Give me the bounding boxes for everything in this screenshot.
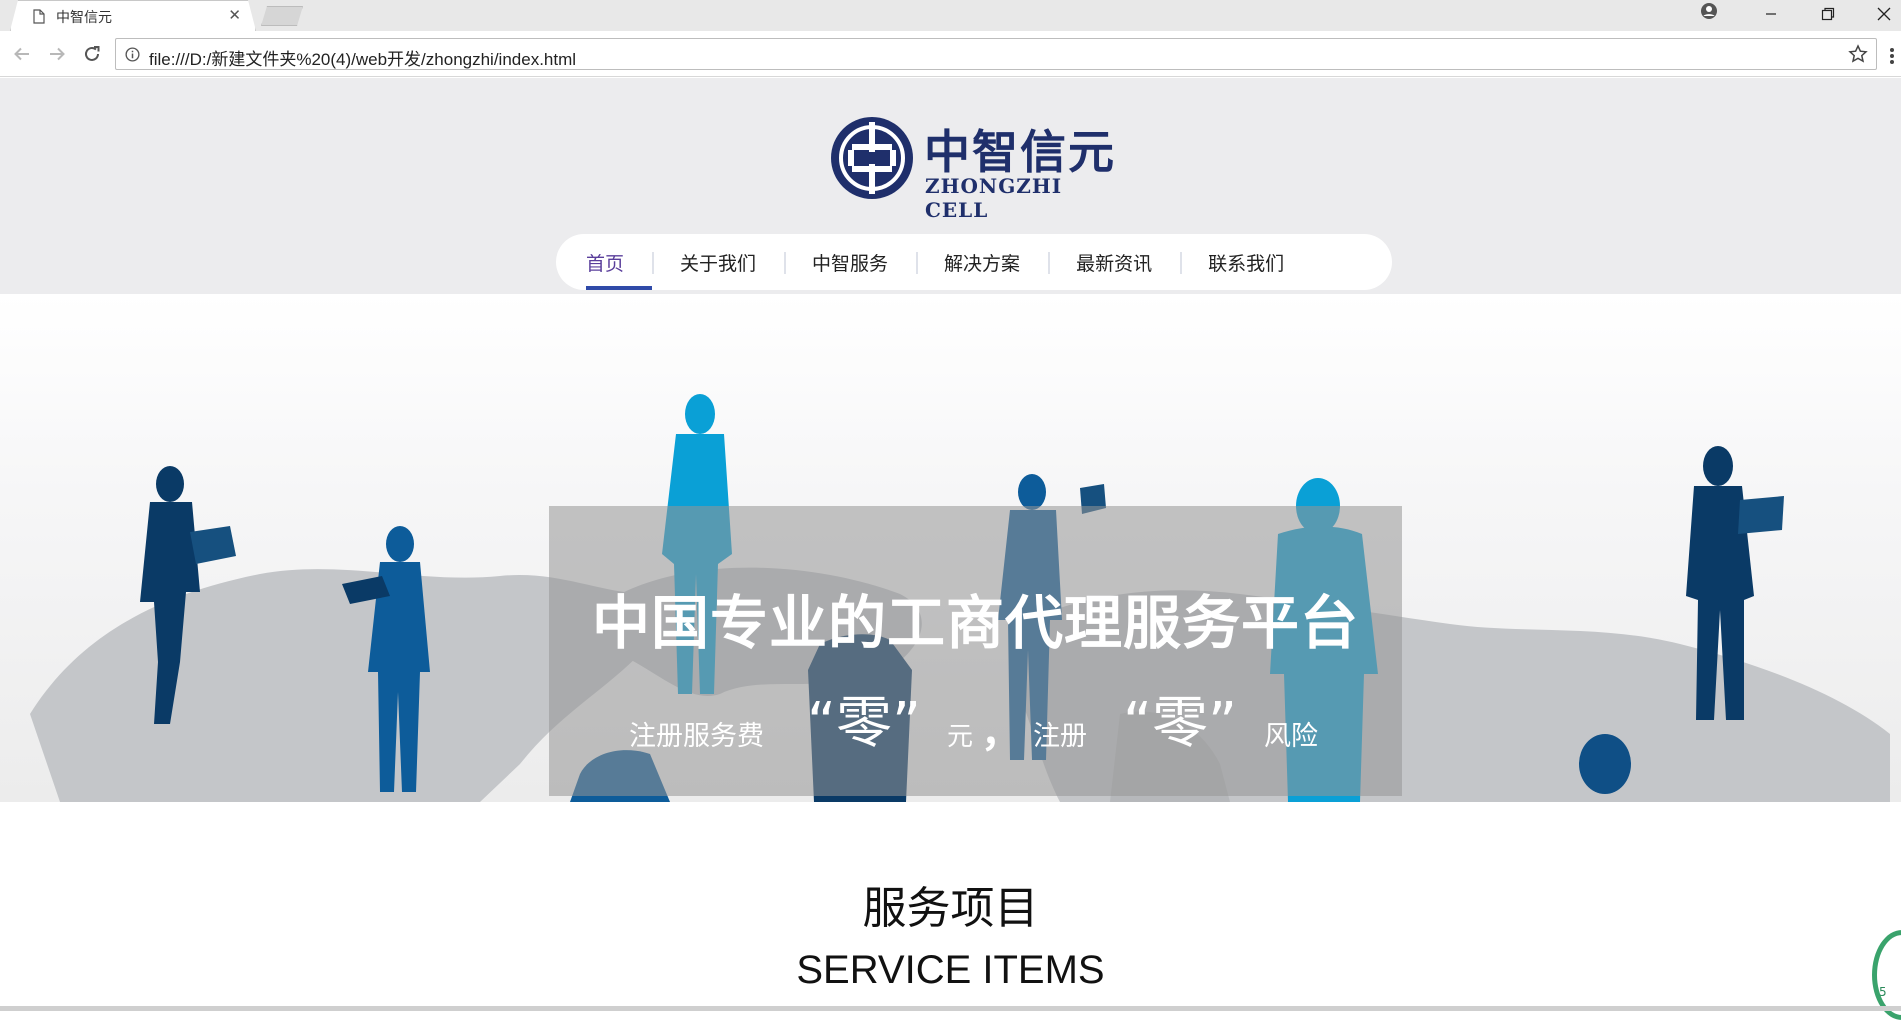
nav-item-services[interactable]: 中智服务 xyxy=(784,234,916,290)
new-tab-button[interactable] xyxy=(261,6,303,26)
minimize-button[interactable] xyxy=(1745,0,1797,28)
address-bar[interactable]: file:///D:/新建文件夹%20(4)/web开发/zhongzhi/in… xyxy=(115,38,1877,70)
nav-item-contact[interactable]: 联系我们 xyxy=(1180,234,1312,290)
page-icon xyxy=(33,9,45,28)
services-title-en: SERVICE ITEMS xyxy=(796,948,1105,992)
browser-toolbar: file:///D:/新建文件夹%20(4)/web开发/zhongzhi/in… xyxy=(0,31,1901,77)
slogan-part-1: 注册服务费 xyxy=(629,721,764,752)
slogan-part-4: 风险 xyxy=(1264,721,1318,752)
restore-button[interactable] xyxy=(1802,0,1854,28)
browser-tab-bar: 中智信元 ✕ xyxy=(0,0,1901,31)
slogan-comma: ， xyxy=(981,710,1021,756)
logo-mark-icon xyxy=(831,117,913,199)
site-header: 中智信元 ZHONGZHI CELL 首页 关于我们 中智服务 解决方案 最新资… xyxy=(0,78,1901,294)
slogan-zero-2: “零” xyxy=(1123,691,1238,756)
slogan-part-3: 注册 xyxy=(1033,721,1087,752)
slogan-part-2: 元 xyxy=(947,722,974,752)
close-window-button[interactable] xyxy=(1858,0,1901,28)
tab-title: 中智信元 xyxy=(56,10,112,26)
info-icon[interactable] xyxy=(125,47,140,66)
floating-widget-text: 5 xyxy=(1879,985,1887,999)
hero-banner: 中国专业的工商代理服务平台 注册服务费 “零” 元 ， 注册 “零” 风险 xyxy=(0,294,1901,802)
url-text[interactable]: file:///D:/新建文件夹%20(4)/web开发/zhongzhi/in… xyxy=(149,45,576,70)
back-button[interactable] xyxy=(10,42,34,66)
nav-item-about[interactable]: 关于我们 xyxy=(652,234,784,290)
logo-name-cn: 中智信元 xyxy=(924,125,1116,179)
services-title-cn: 服务项目 xyxy=(862,883,1039,934)
hero-headline: 中国专业的工商代理服务平台 xyxy=(591,589,1359,657)
page-viewport: 中智信元 ZHONGZHI CELL 首页 关于我们 中智服务 解决方案 最新资… xyxy=(0,78,1901,1008)
services-section: 服务项目 SERVICE ITEMS xyxy=(0,802,1901,1008)
close-tab-icon[interactable]: ✕ xyxy=(228,6,241,24)
account-icon[interactable] xyxy=(1700,2,1718,24)
nav-item-solutions[interactable]: 解决方案 xyxy=(916,234,1048,290)
reload-button[interactable] xyxy=(80,42,104,66)
main-navigation: 首页 关于我们 中智服务 解决方案 最新资讯 联系我们 xyxy=(556,234,1392,290)
browser-tab[interactable]: 中智信元 ✕ xyxy=(10,0,256,31)
hero-slogan: 注册服务费 “零” 元 ， 注册 “零” 风险 xyxy=(549,676,1402,766)
bottom-scrollbar[interactable] xyxy=(0,1006,1901,1011)
more-menu-icon[interactable] xyxy=(1889,47,1895,69)
slogan-zero-1: “零” xyxy=(807,691,922,756)
site-logo[interactable]: 中智信元 ZHONGZHI CELL xyxy=(828,114,1128,222)
logo-name-en: ZHONGZHI CELL xyxy=(925,174,1063,222)
forward-button[interactable] xyxy=(45,42,69,66)
bookmark-star-icon[interactable] xyxy=(1848,44,1868,68)
hero-overlay: 中国专业的工商代理服务平台 注册服务费 “零” 元 ， 注册 “零” 风险 xyxy=(549,506,1402,796)
nav-item-home[interactable]: 首页 xyxy=(586,234,653,290)
nav-item-news[interactable]: 最新资讯 xyxy=(1048,234,1180,290)
